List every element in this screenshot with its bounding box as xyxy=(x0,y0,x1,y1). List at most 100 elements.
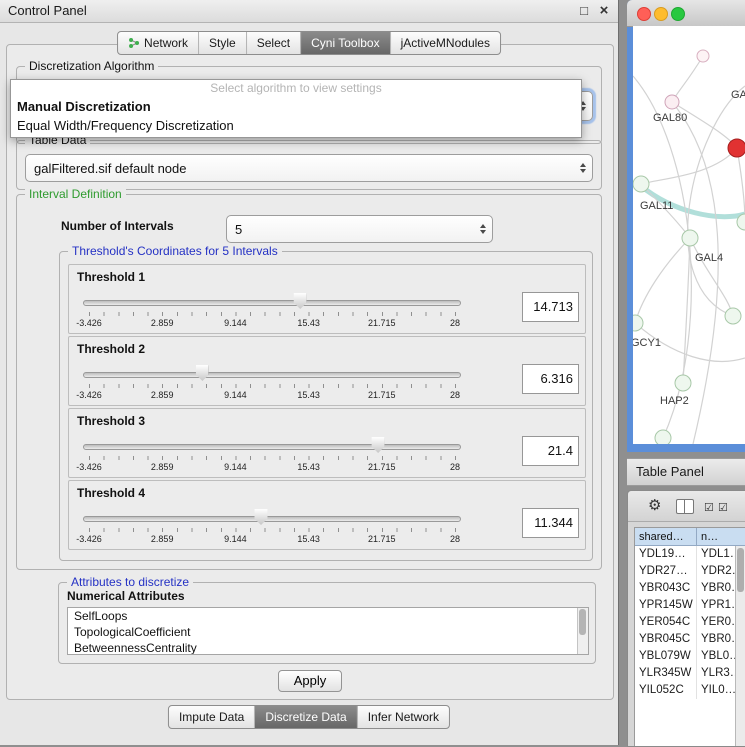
table-row[interactable]: YDR27…YDR2… xyxy=(635,563,745,580)
table-row[interactable]: YPR145WYPR1… xyxy=(635,597,745,614)
zoom-traffic-light-icon[interactable] xyxy=(671,7,685,21)
cell-shared-name[interactable]: YPR145W xyxy=(635,597,697,614)
cell-shared-name[interactable]: YLR345W xyxy=(635,665,697,682)
cell-shared-name[interactable]: YBR045C xyxy=(635,631,697,648)
list-item[interactable]: BetweennessCentrality xyxy=(68,640,588,655)
scale-label: 21.715 xyxy=(368,462,396,472)
tab-select[interactable]: Select xyxy=(246,32,300,54)
scrollbar-thumb[interactable] xyxy=(737,548,744,592)
network-node[interactable] xyxy=(697,50,709,62)
table-panel-header[interactable]: Table Panel xyxy=(627,458,745,486)
threshold-2-label: Threshold 2 xyxy=(77,342,145,356)
network-canvas[interactable]: GAL80 GA GAL11 GAL4 GCY1 HAP2 xyxy=(633,26,745,444)
attributes-list[interactable]: SelfLoops TopologicalCoefficient Between… xyxy=(67,607,589,655)
interval-definition-title: Interval Definition xyxy=(25,187,126,201)
attributes-scrollbar[interactable] xyxy=(577,608,588,654)
tab-jactivemodules-label: jActiveMNodules xyxy=(401,33,490,53)
tab-network-label: Network xyxy=(144,33,188,53)
slider-thumb[interactable] xyxy=(372,437,385,453)
slider-thumb[interactable] xyxy=(196,365,209,381)
control-panel-tabs: Network Style Select Cyni Toolbox jActiv… xyxy=(117,31,501,55)
scrollbar-thumb[interactable] xyxy=(579,609,586,635)
threshold-1-slider[interactable]: -3.426 2.859 9.144 15.43 21.715 28 xyxy=(83,291,461,329)
threshold-3-value-field[interactable]: 21.4 xyxy=(522,436,579,466)
table-row[interactable]: YBR043CYBR0… xyxy=(635,580,745,597)
table-header-row: shared… n… xyxy=(635,528,745,546)
control-panel-window: Control Panel □ × Network Style Select C… xyxy=(0,0,619,745)
tab-network[interactable]: Network xyxy=(118,32,198,54)
control-panel-titlebar[interactable]: Control Panel □ × xyxy=(0,0,618,23)
threshold-3-slider[interactable]: -3.426 2.859 9.144 15.43 21.715 28 xyxy=(83,435,461,473)
column-layout-icon[interactable] xyxy=(676,499,694,514)
cell-shared-name[interactable]: YBL079W xyxy=(635,648,697,665)
threshold-2-panel: Threshold 2 -3.426 2.859 9.144 15.43 21.… xyxy=(68,336,586,406)
network-node[interactable] xyxy=(682,230,698,246)
algorithm-dropdown-popup: Select algorithm to view settings Manual… xyxy=(10,79,582,138)
column-header-name[interactable]: n… xyxy=(697,528,745,546)
table-row[interactable]: YBL079WYBL0… xyxy=(635,648,745,665)
table-row[interactable]: YLR345WYLR3… xyxy=(635,665,745,682)
network-node-selected[interactable] xyxy=(728,139,745,157)
network-node[interactable] xyxy=(675,375,691,391)
scale-label: 28 xyxy=(450,462,460,472)
scale-label: 2.859 xyxy=(151,462,174,472)
table-scrollbar[interactable] xyxy=(735,546,745,746)
tab-discretize-data[interactable]: Discretize Data xyxy=(254,706,356,728)
network-node[interactable] xyxy=(725,308,741,324)
scale-label: 9.144 xyxy=(224,534,247,544)
scale-label: 9.144 xyxy=(224,318,247,328)
threshold-2-value-field[interactable]: 6.316 xyxy=(522,364,579,394)
apply-button[interactable]: Apply xyxy=(278,670,342,692)
scale-label: 21.715 xyxy=(368,390,396,400)
table-data-combobox-value: galFiltered.sif default node xyxy=(26,161,186,176)
network-node[interactable] xyxy=(655,430,671,444)
slider-thumb[interactable] xyxy=(294,293,307,309)
cell-shared-name[interactable]: YER054C xyxy=(635,614,697,631)
node-table[interactable]: shared… n… YDL19…YDL1… YDR27…YDR2… YBR04… xyxy=(634,527,745,746)
tab-jactivemodules[interactable]: jActiveMNodules xyxy=(390,32,500,54)
scale-label: 15.43 xyxy=(297,390,320,400)
slider-ticks xyxy=(89,528,456,532)
cell-shared-name[interactable]: YDL19… xyxy=(635,546,697,563)
number-of-intervals-value: 5 xyxy=(227,222,242,237)
threshold-1-value-field[interactable]: 14.713 xyxy=(522,292,579,322)
table-row[interactable]: YDL19…YDL1… xyxy=(635,546,745,563)
close-icon[interactable]: × xyxy=(596,0,612,22)
table-data-combobox[interactable]: galFiltered.sif default node xyxy=(25,154,593,182)
table-row[interactable]: YBR045CYBR0… xyxy=(635,631,745,648)
threshold-2-slider[interactable]: -3.426 2.859 9.144 15.43 21.715 28 xyxy=(83,363,461,401)
list-item[interactable]: SelfLoops xyxy=(68,608,588,624)
table-row[interactable]: YER054CYER0… xyxy=(635,614,745,631)
select-all-checkbox-icon[interactable]: ☑ xyxy=(704,499,714,517)
cell-shared-name[interactable]: YBR043C xyxy=(635,580,697,597)
tab-cyni-toolbox[interactable]: Cyni Toolbox xyxy=(300,32,389,54)
slider-thumb[interactable] xyxy=(255,509,268,525)
threshold-3-label: Threshold 3 xyxy=(77,414,145,428)
tab-infer-network[interactable]: Infer Network xyxy=(357,706,449,728)
cell-shared-name[interactable]: YDR27… xyxy=(635,563,697,580)
network-node[interactable] xyxy=(665,95,679,109)
table-row[interactable]: YIL052CYIL0… xyxy=(635,682,745,699)
tab-style[interactable]: Style xyxy=(198,32,246,54)
network-window-titlebar[interactable] xyxy=(627,0,745,27)
scale-label: -3.426 xyxy=(76,318,102,328)
close-traffic-light-icon[interactable] xyxy=(637,7,651,21)
network-node[interactable] xyxy=(633,176,649,192)
minimize-traffic-light-icon[interactable] xyxy=(654,7,668,21)
threshold-4-slider[interactable]: -3.426 2.859 9.144 15.43 21.715 28 xyxy=(83,507,461,545)
list-item[interactable]: TopologicalCoefficient xyxy=(68,624,588,640)
scale-label: -3.426 xyxy=(76,534,102,544)
scale-label: 9.144 xyxy=(224,462,247,472)
cell-shared-name[interactable]: YIL052C xyxy=(635,682,697,699)
tab-impute-data[interactable]: Impute Data xyxy=(169,706,254,728)
gear-icon[interactable]: ⚙ xyxy=(648,497,661,515)
scale-label: 28 xyxy=(450,318,460,328)
number-of-intervals-combobox[interactable]: 5 xyxy=(226,215,493,243)
float-window-icon[interactable]: □ xyxy=(576,0,592,22)
column-header-shared-name[interactable]: shared… xyxy=(635,528,697,546)
select-none-checkbox-icon[interactable]: ☑ xyxy=(718,499,728,517)
thresholds-group-title: Threshold's Coordinates for 5 Intervals xyxy=(68,244,282,258)
threshold-4-value-field[interactable]: 11.344 xyxy=(522,508,579,538)
dropdown-option-manual-discretization[interactable]: Manual Discretization xyxy=(11,97,581,116)
dropdown-option-equal-width-frequency[interactable]: Equal Width/Frequency Discretization xyxy=(11,116,581,135)
